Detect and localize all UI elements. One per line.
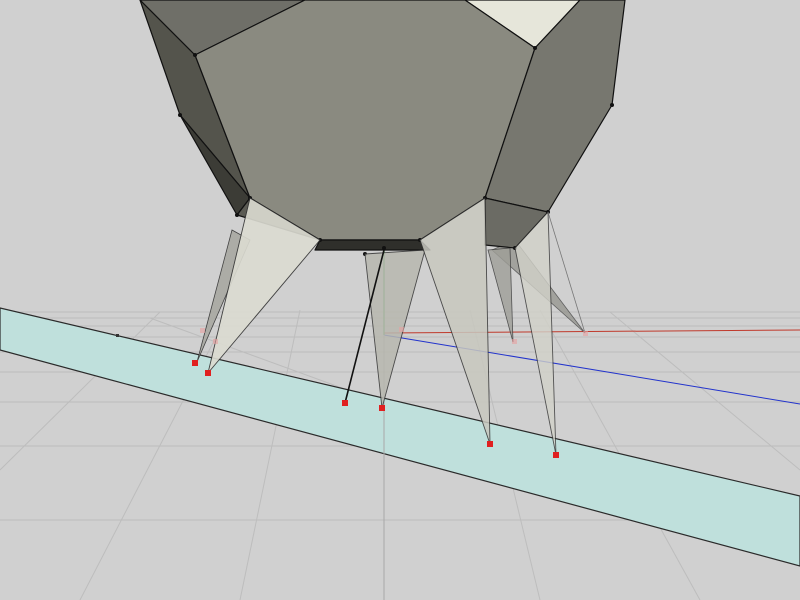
vertex-handle (379, 405, 385, 411)
vertex-handle (553, 452, 559, 458)
plane-markers (116, 334, 119, 337)
vertex-handle (487, 441, 493, 447)
scene-canvas[interactable] (0, 0, 800, 600)
vertex-handle (192, 360, 198, 366)
face-bottom-dark (314, 239, 431, 251)
vertex-handle (342, 400, 348, 406)
3d-viewport[interactable] (0, 0, 800, 600)
vertex-handle (205, 370, 211, 376)
